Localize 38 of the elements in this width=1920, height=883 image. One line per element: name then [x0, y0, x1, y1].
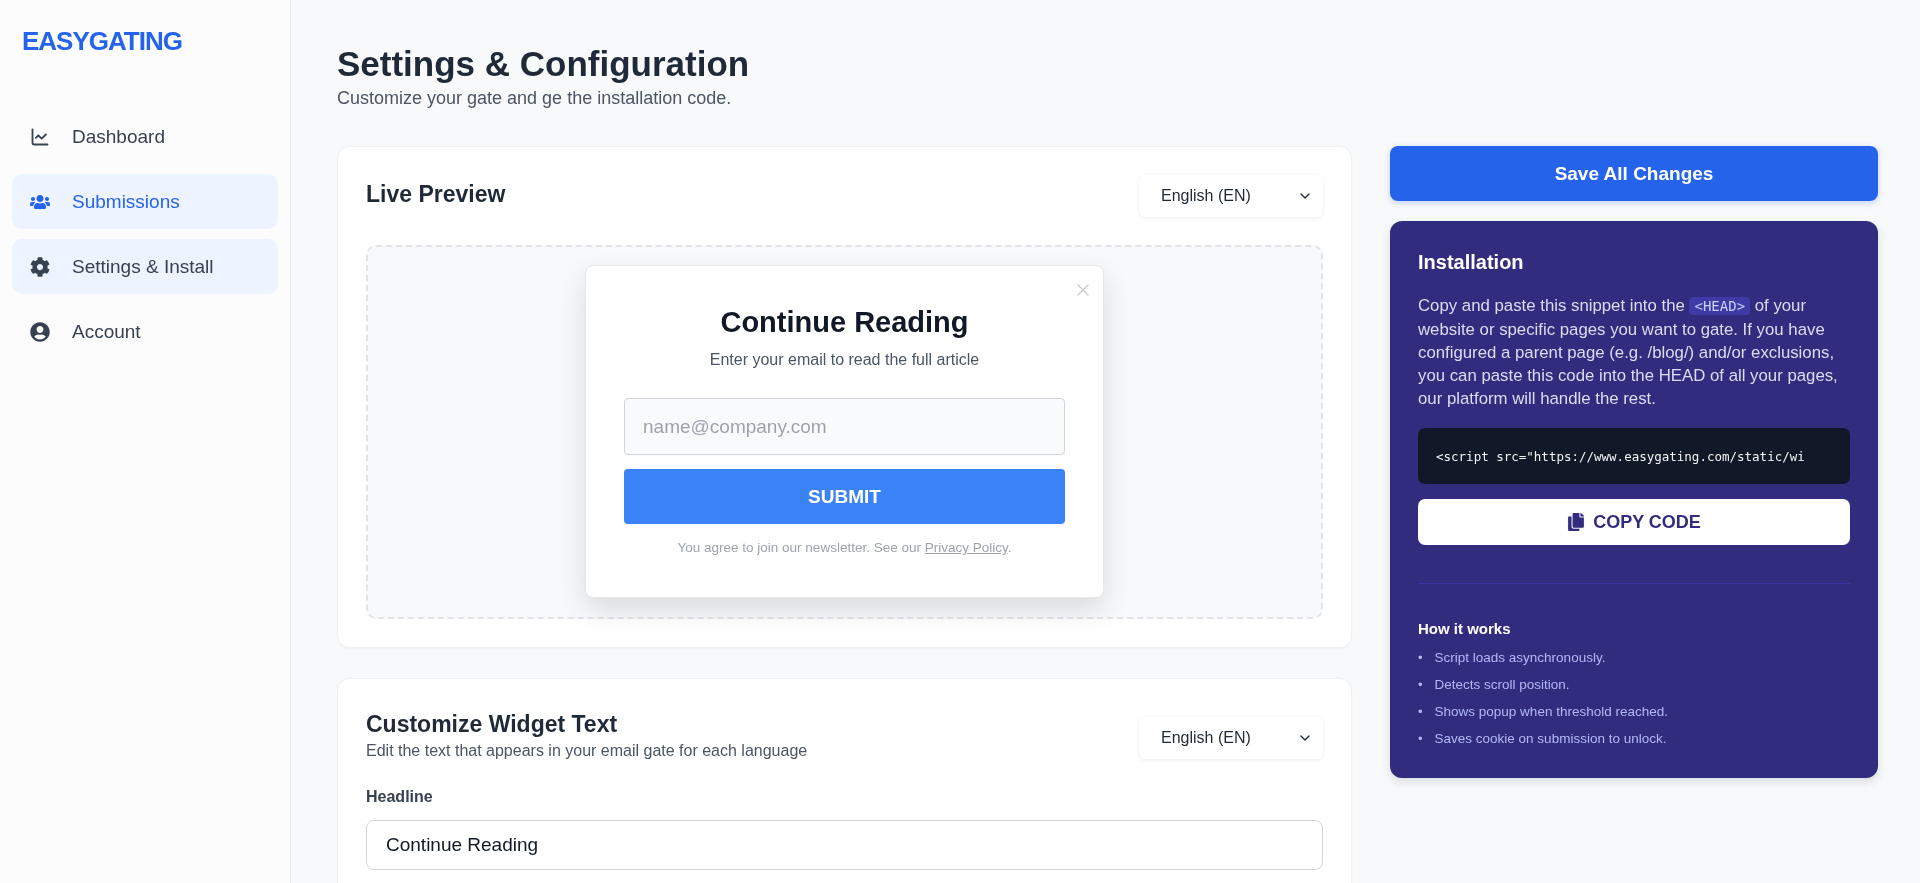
headline-field[interactable]: Continue Reading	[366, 820, 1323, 870]
card-subtitle: Edit the text that appears in your email gate for each language	[366, 742, 808, 760]
nav-item[interactable]: Dashboard	[12, 109, 278, 164]
copy-icon	[1567, 513, 1586, 531]
chart-icon	[30, 126, 50, 147]
page-subtitle: Customize your gate and ge the installation code.	[337, 88, 733, 109]
inline-code: <HEAD>	[1689, 297, 1751, 315]
bullet: •	[1418, 703, 1423, 721]
language-select[interactable]: English (EN)	[1139, 175, 1323, 217]
installation-text: Copy and paste this snippet into the <HEAD> of your website or specific pages you want to gate. If you have configured a parent page (e.g. /blog/) and/or exclusions, you can paste this code into the HEAD of all your pages, our platform will handle the rest.	[1418, 295, 1839, 410]
page-title: Settings & Configuration	[337, 44, 751, 84]
email-field[interactable]: name@company.com	[624, 398, 1065, 455]
step-item: Shows popup when threshold reached.	[1434, 703, 1668, 721]
section-title: How it works	[1418, 620, 1512, 637]
popup-subtitle: Enter your email to read the full article	[709, 351, 980, 369]
panel-title: Installation	[1418, 251, 1525, 274]
submit-button[interactable]: SUBMIT	[624, 469, 1065, 524]
logo: EASYGATING	[21, 26, 183, 57]
popup-title: Continue Reading	[720, 306, 969, 339]
code-snippet: <script src="https://www.easygating.com/static/wi	[1418, 428, 1850, 484]
user-icon	[30, 321, 50, 342]
bullet: •	[1418, 649, 1423, 667]
settings-icon	[30, 256, 50, 277]
card-title: Live Preview	[366, 181, 506, 208]
nav-item[interactable]: Account	[12, 304, 278, 359]
card-title: Customize Widget Text	[366, 711, 619, 738]
consent-text: You agree to join our newsletter. See our Privacy Policy.	[677, 540, 1012, 555]
bullet: •	[1418, 676, 1423, 694]
save-button[interactable]: Save All Changes	[1390, 146, 1878, 201]
field-label: Headline	[366, 788, 434, 806]
language-select[interactable]: English (EN)	[1139, 717, 1323, 759]
copy-button[interactable]: COPY CODE	[1418, 499, 1850, 545]
bullet: •	[1418, 730, 1423, 748]
step-item: Detects scroll position.	[1434, 676, 1570, 694]
step-item: Saves cookie on submission to unlock.	[1434, 730, 1667, 748]
step-item: Script loads asynchronously.	[1434, 649, 1606, 667]
nav-item[interactable]: Settings & Install	[12, 239, 278, 294]
nav-item[interactable]: Submissions	[12, 174, 278, 229]
